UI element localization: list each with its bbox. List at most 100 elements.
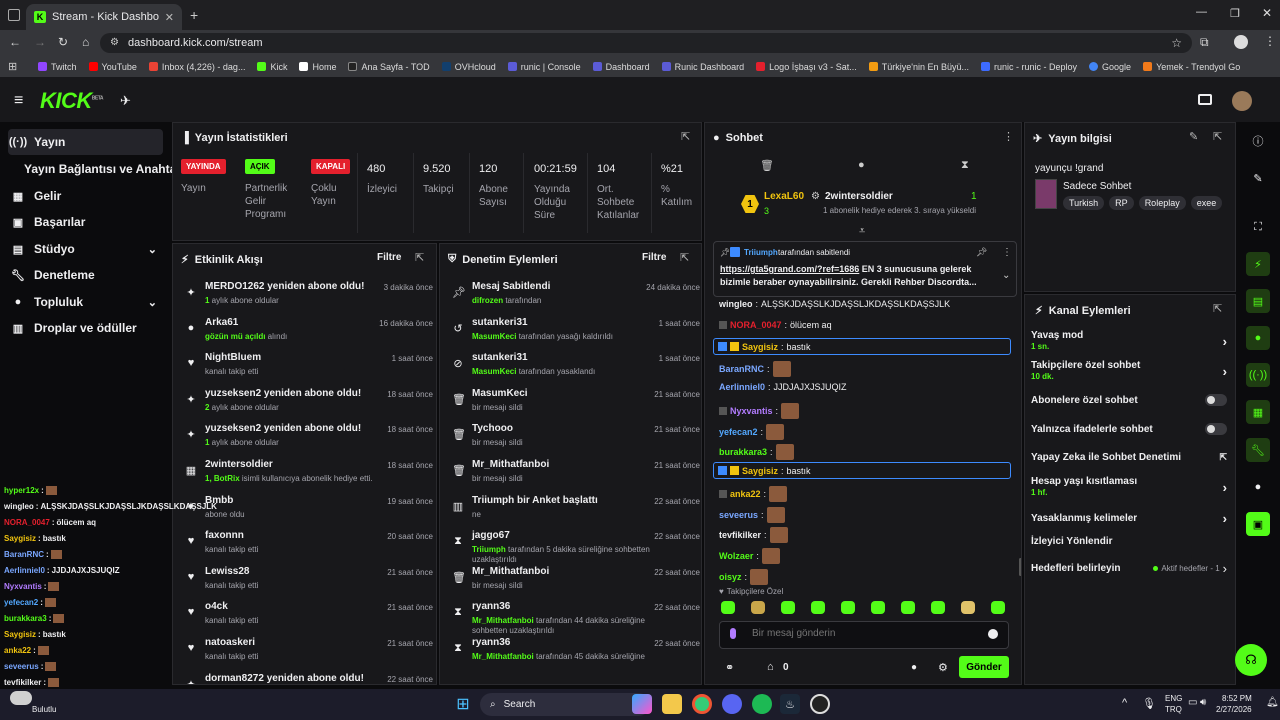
chat-username[interactable]: NORA_0047 (730, 320, 782, 330)
feed-item[interactable]: ⧗ jaggo67 Triiumph tarafından 5 dakika sür… (448, 529, 700, 564)
chat-message[interactable]: Nyxvantis: (719, 403, 800, 419)
support-icon[interactable]: ☊ (1235, 644, 1267, 676)
feed-item[interactable]: 🗑︎ Mr_Mithatfanboi bir mesajı sildi 22 saat… (448, 565, 700, 599)
bookmark-turkiye[interactable]: Türkiye'nin En Büyü... (868, 62, 969, 72)
chat-message[interactable]: yefecan2: (719, 424, 785, 440)
sidebar-item-stream-key[interactable]: Yayın Bağlantısı ve Anahtarı (20, 156, 184, 182)
people-icon[interactable]: ● (1246, 475, 1270, 499)
feed-item[interactable]: ● Arka61 gözün mü açıldı alındı 16 dakika ö… (181, 316, 433, 350)
chat-icon[interactable]: ● (1246, 326, 1270, 350)
menu-icon[interactable]: ⋮ (1264, 34, 1276, 48)
toggle-switch[interactable] (1205, 394, 1227, 406)
moderation-filter-button[interactable]: Filtre (642, 252, 666, 263)
chat-message[interactable]: Saygisiz: bastık (713, 338, 1011, 355)
bookmark-home[interactable]: Home (299, 62, 336, 72)
chat-message[interactable]: tevfikilker: (719, 527, 788, 543)
feed-item[interactable]: ✦ yuzseksen2 yeniden abone oldu! 2 aylık a… (181, 387, 433, 421)
chat-username[interactable]: wingleo (719, 299, 753, 309)
activity-filter-button[interactable]: Filtre (377, 252, 401, 263)
sidebar-item-basarilar[interactable]: ▣ Başarılar (8, 209, 163, 235)
emote-icon[interactable] (871, 601, 885, 614)
feed-item[interactable]: 🗑︎ Mr_Mithatfanboi bir mesajı sildi 21 saat… (448, 458, 700, 492)
channel-action-item[interactable]: Abonelere özel sohbet (1031, 394, 1227, 406)
feed-item[interactable]: ✦ yuzseksen2 yeniden abone oldu! 1 aylık a… (181, 422, 433, 456)
channel-action-item[interactable]: Takipçilere özel sohbet 10 dk. › (1031, 360, 1227, 382)
chat-username[interactable]: Wolzaer (719, 551, 753, 561)
channel-action-item[interactable]: Yasaklanmış kelimeler › (1031, 511, 1227, 526)
emote-icon[interactable] (751, 601, 765, 614)
weather-icon[interactable] (10, 691, 32, 705)
chrome-icon[interactable] (692, 694, 712, 714)
forward-icon[interactable]: → (34, 35, 46, 49)
clock-time[interactable]: 8:52 PM (1222, 694, 1252, 703)
pinned-message[interactable]: 📌︎ Triiumph tarafından sabitlendi 📌︎ ⋮ h… (713, 241, 1017, 297)
chat-message[interactable]: Wolzaer: (719, 548, 780, 564)
chat-username[interactable]: anka22 (730, 489, 761, 499)
browser-tab[interactable]: K Stream - Kick Dashboard ✕ (26, 4, 182, 30)
leader1-name[interactable]: LexaL60 (764, 191, 804, 202)
expand-pinned-icon[interactable]: ⌄ (1002, 270, 1010, 281)
chat-username[interactable]: seveerus (719, 510, 758, 520)
bookmark-tod[interactable]: Ana Sayfa - TOD (348, 62, 430, 72)
profile-icon[interactable] (1234, 35, 1248, 49)
channel-action-item[interactable]: Hesap yaşı kısıtlaması 1 hf. › (1031, 476, 1227, 498)
bookmark-runic-console[interactable]: runic | Console (507, 62, 581, 72)
toggle-switch[interactable] (1205, 423, 1227, 435)
sidebar-item-studyo[interactable]: ▤ Stüdyo ⌄ (8, 236, 163, 262)
bookmark-youtube[interactable]: YouTube (88, 62, 137, 72)
feed-item[interactable]: ⊘ sutankeri31 MasumKeci tarafından yasakla… (448, 351, 700, 385)
hamburger-menu-icon[interactable]: ≡ (14, 92, 23, 110)
chat-message[interactable]: wingleo: ALŞSKJDAŞSLKJDAŞSLJKDAŞSLKDAŞSJL… (719, 299, 950, 309)
send-button[interactable]: Gönder (959, 656, 1009, 678)
timer-icon[interactable]: ⧗ (961, 159, 969, 172)
stream-category[interactable]: Sadece Sohbet (1063, 181, 1131, 192)
pinned-menu-icon[interactable]: ⋮ (1002, 247, 1012, 258)
mic-icon[interactable] (730, 628, 736, 639)
kick-logo[interactable]: KICKBETA (40, 88, 104, 114)
sidebar-item-denetleme[interactable]: 🔧︎ Denetleme (8, 262, 163, 288)
pin-tool-icon[interactable]: ✈ (120, 93, 131, 109)
sidebar-item-topluluk[interactable]: ● Topluluk ⌄ (8, 289, 163, 315)
tag[interactable]: Turkish (1063, 196, 1105, 210)
feed-item[interactable]: 🗑︎ MasumKeci bir mesajı sildi 21 saat önce (448, 387, 700, 421)
chat-menu-icon[interactable]: ⋮ (1003, 130, 1014, 143)
popout-icon[interactable]: ⇱ (1213, 302, 1222, 315)
emote-icon[interactable] (721, 601, 735, 614)
user-avatar[interactable] (1232, 91, 1252, 111)
chat-username[interactable]: Saygisiz (742, 342, 778, 352)
feed-item[interactable]: ⧗ ryann36 Mr_Mithatfanboi tarafından 45 da… (448, 636, 700, 670)
chat-message[interactable]: Aerlinniel0: JJDJAJXJSJUQIZ (719, 382, 847, 392)
emote-icon[interactable] (781, 601, 795, 614)
broadcast-icon[interactable]: ((·)) (1246, 363, 1270, 387)
chat-username[interactable]: Aerlinniel0 (719, 382, 765, 392)
feed-item[interactable]: ✦ Bmbb abone oldu 19 saat önce (181, 494, 433, 528)
bookmark-inbox[interactable]: Inbox (4,226) - dag... (148, 62, 245, 72)
emote-icon[interactable] (931, 601, 945, 614)
bookmark-runic-deploy[interactable]: runic - runic - Deploy (981, 62, 1077, 72)
mic-icon[interactable]: 🎙︎ (1142, 697, 1156, 710)
wallet-icon[interactable] (1198, 94, 1212, 105)
taskbar-search[interactable]: ⌕ Search (480, 693, 650, 716)
emote-icon[interactable] (991, 601, 1005, 614)
channel-action-item[interactable]: İzleyici Yönlendir (1031, 536, 1227, 547)
chat-bubble-icon[interactable]: ● (858, 159, 865, 171)
chat-message[interactable]: Saygisiz: bastık (713, 462, 1011, 479)
edit-icon[interactable]: ✎ (1189, 130, 1198, 143)
edit-icon[interactable]: ✎ (1246, 166, 1270, 190)
popout-icon[interactable]: ⇱ (680, 251, 689, 264)
sidebar-item-droplar[interactable]: ▥ Droplar ve ödüller (8, 315, 163, 341)
extensions-icon[interactable]: ⧉ (1200, 35, 1209, 50)
tag[interactable]: exee (1190, 196, 1223, 210)
bookmark-runic-dashboard[interactable]: Runic Dashboard (661, 62, 744, 72)
popout-icon[interactable]: ⇱ (415, 251, 424, 264)
points-icon[interactable]: ⚭ (725, 661, 734, 674)
stats-icon[interactable]: ▦ (1246, 400, 1270, 424)
discord-icon[interactable] (722, 694, 742, 714)
emoji-icon[interactable] (988, 629, 998, 639)
sidebar-item-gelir[interactable]: ▦ Gelir (8, 183, 163, 209)
chat-username[interactable]: burakkara3 (719, 447, 767, 457)
minimize-icon[interactable]: — (1196, 6, 1207, 18)
leader2-name[interactable]: 2wintersoldier (825, 191, 893, 202)
chat-message[interactable]: oisyz: (719, 569, 769, 585)
emote-icon[interactable] (961, 601, 975, 614)
